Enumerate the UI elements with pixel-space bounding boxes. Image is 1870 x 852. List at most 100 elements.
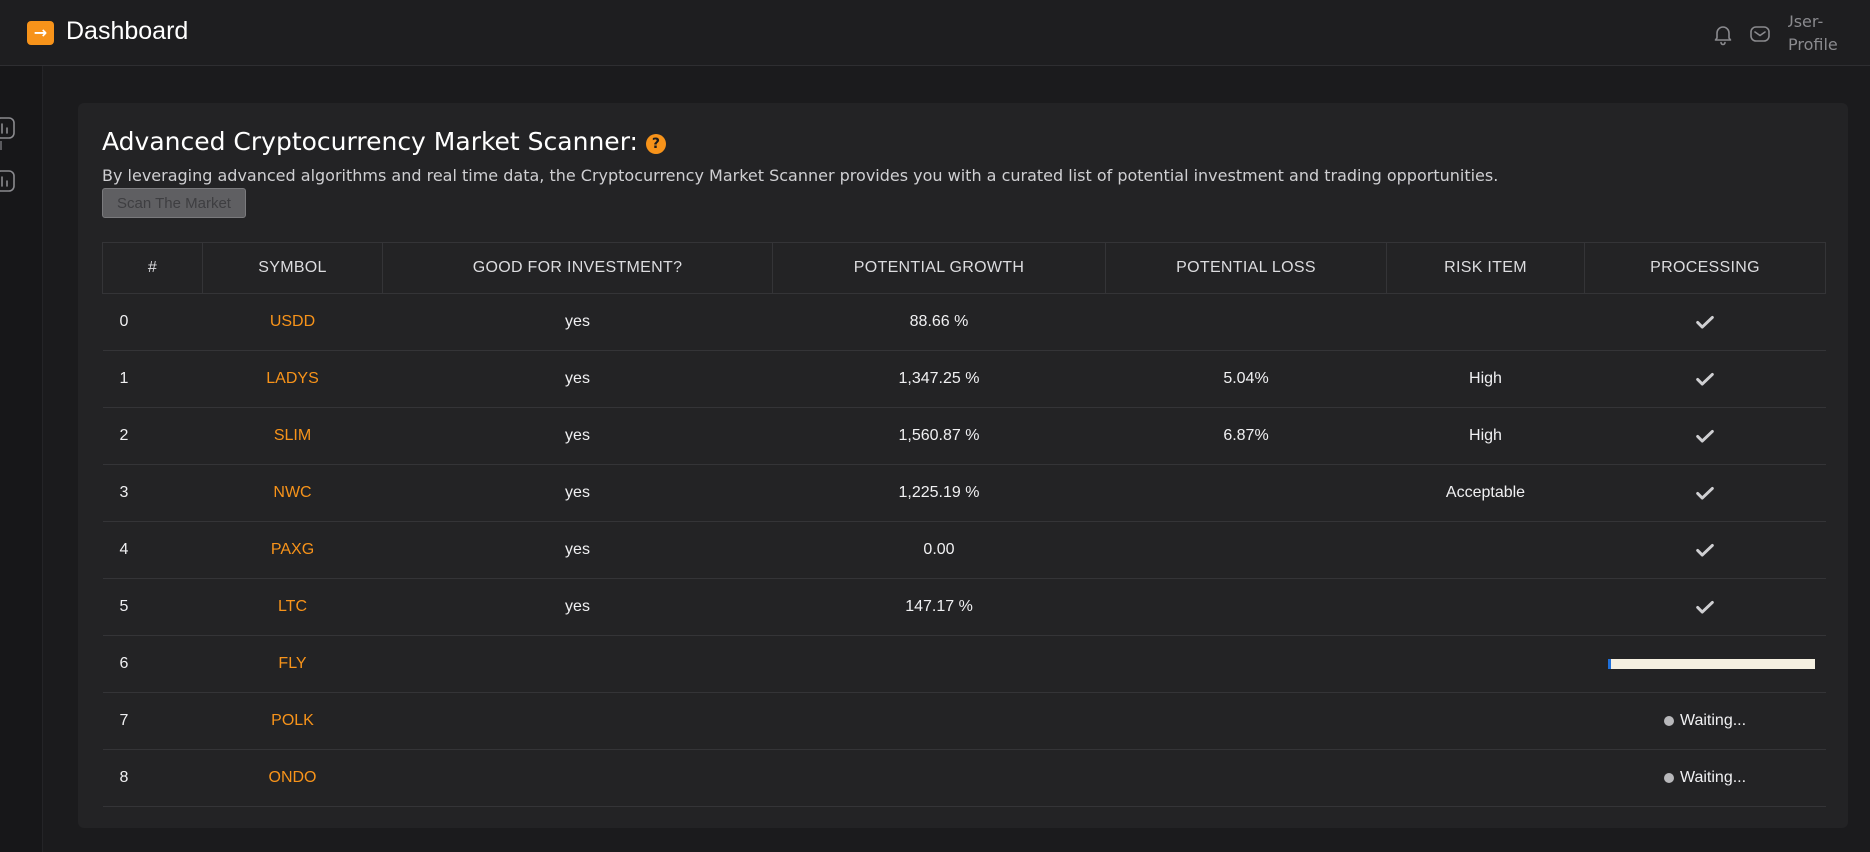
scan-market-button[interactable]: Scan The Market [102,188,246,218]
scanner-title-text: Advanced Cryptocurrency Market Scanner: [102,127,638,156]
row-good-for-investment [382,692,773,750]
scanner-table: # SYMBOL GOOD FOR INVESTMENT? POTENTIAL … [102,242,1826,807]
column-header-risk-item: RISK ITEM [1386,242,1585,294]
row-processing [1584,578,1826,636]
row-risk-item [1386,635,1585,693]
row-potential-loss [1105,293,1387,351]
row-potential-growth: 1,560.87 % [772,407,1106,465]
row-symbol[interactable]: ONDO [202,749,383,807]
table-row: 0 USDD yes 88.66 % [102,293,1826,351]
row-processing: Waiting... [1584,692,1826,750]
row-risk-item: High [1386,407,1585,465]
row-potential-growth: 147.17 % [772,578,1106,636]
status-dot [1663,772,1674,783]
scanner-title: Advanced Cryptocurrency Market Scanner: … [102,127,666,156]
user-profile-link[interactable]: User-Profile [1788,10,1843,56]
row-risk-item: High [1386,350,1585,408]
progress-bar [1607,658,1815,669]
column-header-symbol: SYMBOL [202,242,383,294]
row-symbol[interactable]: PAXG [202,521,383,579]
row-processing [1584,521,1826,579]
row-good-for-investment [382,635,773,693]
status-label: Waiting... [1679,768,1747,786]
row-potential-loss [1105,749,1387,807]
mail-icon[interactable] [1748,22,1772,46]
table-row: 7 POLK Waiting... [102,692,1826,750]
row-risk-item [1386,521,1585,579]
status-label: Waiting... [1679,711,1747,729]
arrow-right-icon[interactable]: → [27,21,54,45]
check-icon [1694,596,1716,618]
row-index: 8 [102,749,203,807]
row-index: 2 [102,407,203,465]
row-good-for-investment: yes [382,521,773,579]
row-risk-item: Acceptable [1386,464,1585,522]
check-icon [1694,425,1716,447]
row-potential-growth [772,749,1106,807]
bell-icon[interactable] [1711,22,1735,46]
check-icon [1694,311,1716,333]
row-symbol[interactable]: USDD [202,293,383,351]
table-header-row: # SYMBOL GOOD FOR INVESTMENT? POTENTIAL … [102,242,1826,294]
row-potential-loss [1105,521,1387,579]
row-potential-loss [1105,692,1387,750]
row-processing [1584,407,1826,465]
row-potential-loss [1105,635,1387,693]
row-potential-loss [1105,464,1387,522]
table-row: 4 PAXG yes 0.00 [102,521,1826,579]
row-index: 4 [102,521,203,579]
column-header-potential-growth: POTENTIAL GROWTH [772,242,1106,294]
check-icon [1694,482,1716,504]
column-header-good-for-investment: GOOD FOR INVESTMENT? [382,242,773,294]
top-bar: → Dashboard User-Profile [0,0,1870,66]
row-symbol[interactable]: LTC [202,578,383,636]
row-good-for-investment: yes [382,293,773,351]
row-processing [1584,350,1826,408]
market-scanner-card: Advanced Cryptocurrency Market Scanner: … [78,103,1848,828]
row-potential-loss: 6.87% [1105,407,1387,465]
check-icon [1694,368,1716,390]
row-potential-growth [772,635,1106,693]
row-good-for-investment: yes [382,464,773,522]
row-index: 1 [102,350,203,408]
chart-icon[interactable] [0,116,16,140]
row-index: 7 [102,692,203,750]
row-risk-item [1386,578,1585,636]
chart-icon[interactable] [0,169,16,193]
row-good-for-investment [382,749,773,807]
table-row: 1 LADYS yes 1,347.25 % 5.04% High [102,350,1826,408]
row-index: 6 [102,635,203,693]
sidebar-marker [0,141,2,150]
row-symbol[interactable]: SLIM [202,407,383,465]
row-symbol[interactable]: NWC [202,464,383,522]
row-potential-growth: 88.66 % [772,293,1106,351]
row-processing [1584,635,1826,693]
column-header-index: # [102,242,203,294]
row-index: 0 [102,293,203,351]
row-risk-item [1386,749,1585,807]
row-potential-growth: 0.00 [772,521,1106,579]
table-row: 5 LTC yes 147.17 % [102,578,1826,636]
row-potential-loss [1105,578,1387,636]
row-risk-item [1386,692,1585,750]
row-good-for-investment: yes [382,578,773,636]
column-header-processing: PROCESSING [1584,242,1826,294]
progress-bar-fill [1607,658,1611,669]
row-symbol[interactable]: LADYS [202,350,383,408]
column-header-potential-loss: POTENTIAL LOSS [1105,242,1387,294]
row-processing [1584,464,1826,522]
row-processing: Waiting... [1584,749,1826,807]
status-dot [1663,715,1674,726]
scanner-description: By leveraging advanced algorithms and re… [102,166,1499,185]
table-row: 8 ONDO Waiting... [102,749,1826,807]
table-row: 3 NWC yes 1,225.19 % Acceptable [102,464,1826,522]
row-potential-growth [772,692,1106,750]
row-symbol[interactable]: POLK [202,692,383,750]
row-risk-item [1386,293,1585,351]
row-symbol[interactable]: FLY [202,635,383,693]
row-good-for-investment: yes [382,407,773,465]
row-index: 5 [102,578,203,636]
check-icon [1694,539,1716,561]
table-row: 6 FLY [102,635,1826,693]
question-icon[interactable]: ? [645,133,666,154]
